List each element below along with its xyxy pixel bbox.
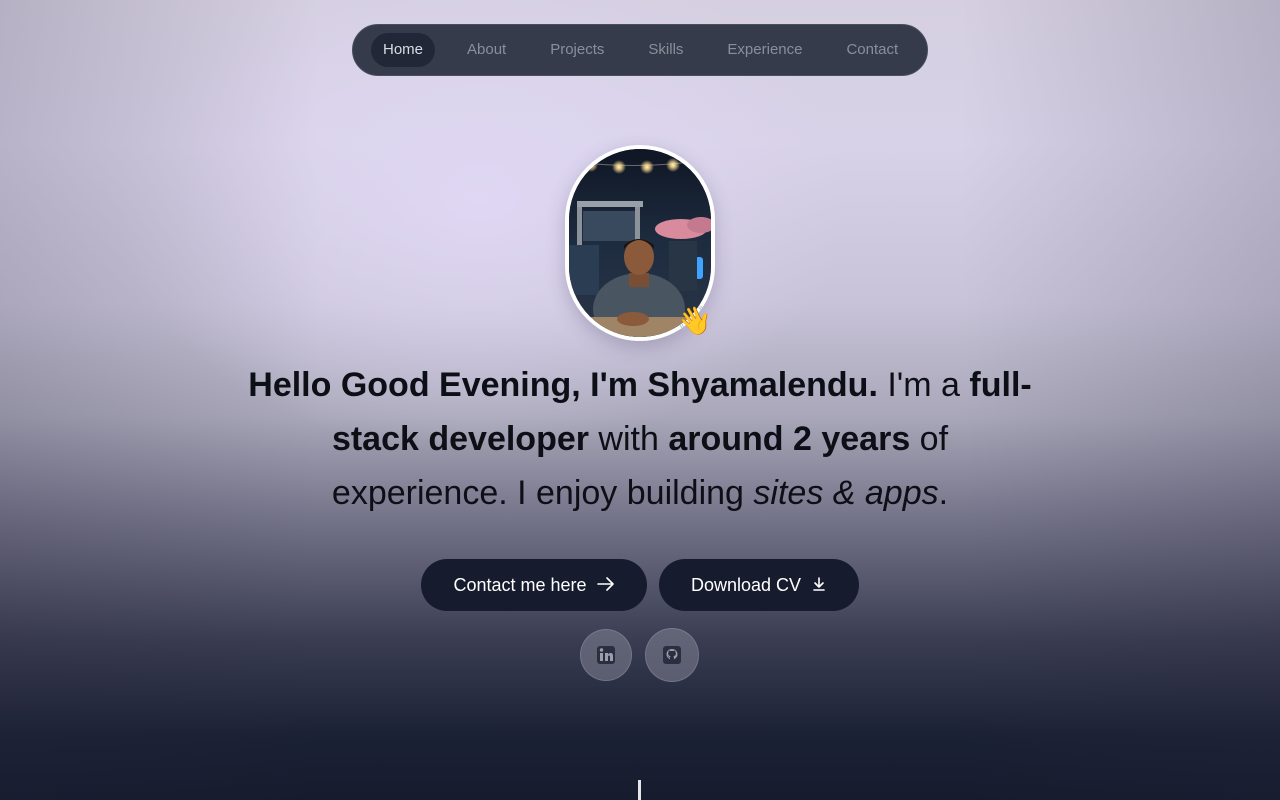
nav-contact[interactable]: Contact: [834, 33, 910, 67]
nav-experience[interactable]: Experience: [715, 33, 814, 67]
intro-text: I'm a: [877, 366, 970, 404]
github-link[interactable]: [645, 628, 699, 682]
contact-button[interactable]: Contact me here: [421, 559, 647, 611]
things-text: sites & apps: [753, 474, 939, 512]
download-cv-label: Download CV: [690, 574, 802, 595]
nav-projects[interactable]: Projects: [538, 33, 616, 67]
download-cv-button[interactable]: Download CV: [659, 559, 859, 611]
download-icon: [811, 576, 827, 595]
linkedin-link[interactable]: [580, 629, 632, 681]
greeting-text: Hello Good Evening, I'm Shyamalendu.: [248, 366, 878, 404]
waving-hand-icon: 👋: [677, 304, 712, 337]
top-nav: Home About Projects Skills Experience Co…: [352, 24, 928, 76]
nav-home[interactable]: Home: [371, 33, 436, 67]
nav-about[interactable]: About: [455, 33, 518, 67]
contact-button-label: Contact me here: [453, 574, 587, 595]
arrow-right-icon: [596, 576, 615, 594]
arrow-right-icon-svg: [596, 577, 614, 591]
linkedin-icon: [597, 646, 615, 664]
github-icon: [663, 646, 681, 664]
nav-skills[interactable]: Skills: [636, 33, 695, 67]
hero-headline: Hello Good Evening, I'm Shyamalendu. I'm…: [240, 358, 1040, 520]
period-text: .: [938, 474, 949, 512]
profile-photo-wrapper: 👋: [565, 145, 715, 341]
with-text: with: [588, 420, 669, 458]
download-icon-svg: [813, 576, 825, 591]
scroll-indicator: [638, 780, 641, 800]
experience-years-text: around 2 years: [668, 420, 911, 458]
